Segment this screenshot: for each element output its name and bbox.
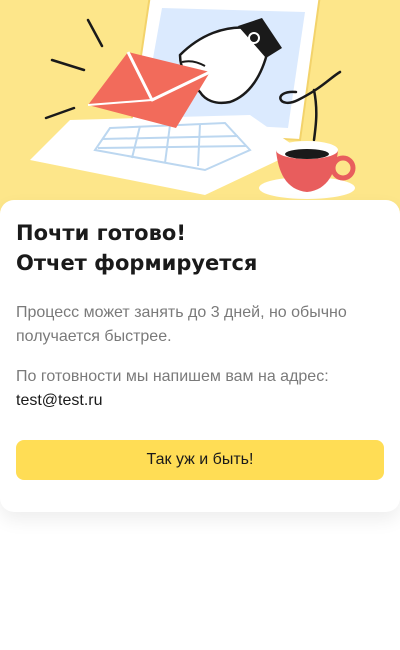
report-status-card: Почти готово! Отчет формируется Процесс …	[0, 200, 400, 512]
hero-illustration	[0, 0, 400, 215]
email-address: test@test.ru	[16, 392, 103, 409]
title-line-1: Почти готово!	[16, 221, 186, 245]
title-line-2: Отчет формируется	[16, 251, 258, 275]
confirm-button[interactable]: Так уж и быть!	[16, 440, 384, 480]
page-title: Почти готово! Отчет формируется	[16, 218, 386, 278]
process-description: Процесс может занять до 3 дней, но обычн…	[16, 304, 347, 345]
envelope-laptop-illustration	[30, 0, 356, 199]
notification-text: По готовности мы напишем вам на адрес:	[16, 368, 329, 385]
